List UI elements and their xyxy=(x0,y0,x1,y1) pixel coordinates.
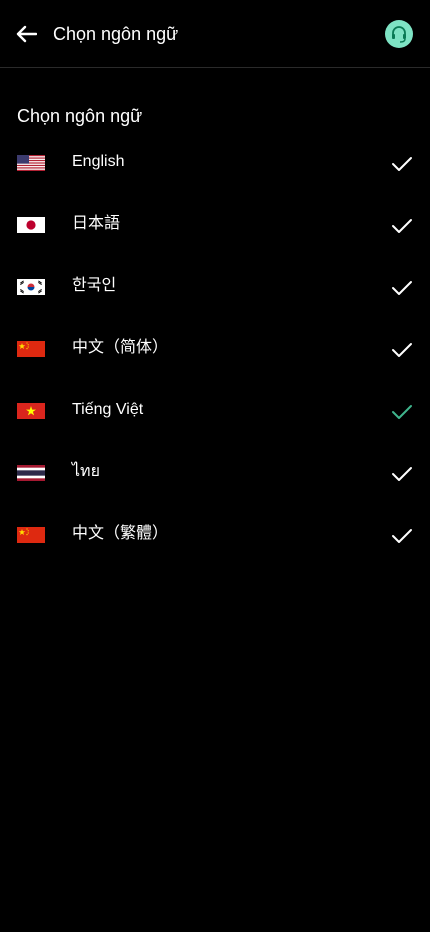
check-icon xyxy=(392,529,412,543)
korea-flag-icon xyxy=(17,279,45,295)
language-item-english[interactable]: English xyxy=(0,131,430,193)
check-icon-selected xyxy=(392,405,412,419)
headset-icon xyxy=(392,26,406,43)
language-label: Tiếng Việt xyxy=(72,401,144,418)
language-label: 日本語 xyxy=(72,215,121,232)
section-title: Chọn ngôn ngữ xyxy=(17,106,143,126)
check-icon xyxy=(392,157,412,171)
language-item-vietnamese[interactable]: Tiếng Việt xyxy=(0,379,430,441)
check-icon xyxy=(392,281,412,295)
language-item-chinese-traditional[interactable]: 中文（繁體） xyxy=(0,503,430,565)
language-item-thai[interactable]: ไทย xyxy=(0,441,430,503)
language-item-korean[interactable]: 한국인 xyxy=(0,255,430,317)
top-bar: Chọn ngôn ngữ xyxy=(0,0,430,68)
language-item-chinese-simplified[interactable]: 中文（简体） xyxy=(0,317,430,379)
language-label: 中文（繁體） xyxy=(72,525,169,542)
us-flag-icon xyxy=(17,155,45,171)
thailand-flag-icon xyxy=(17,465,45,481)
support-button[interactable] xyxy=(385,20,413,48)
china-flag-icon xyxy=(17,527,45,543)
language-label: English xyxy=(72,153,125,170)
check-icon xyxy=(392,219,412,233)
arrow-left-icon xyxy=(16,25,37,43)
vietnam-flag-icon xyxy=(17,403,45,419)
page-title: Chọn ngôn ngữ xyxy=(53,24,179,44)
language-label: 中文（简体） xyxy=(72,339,169,356)
china-flag-icon xyxy=(17,341,45,357)
language-label: 한국인 xyxy=(72,277,117,294)
check-icon xyxy=(392,467,412,481)
back-button[interactable] xyxy=(10,18,42,50)
language-item-japanese[interactable]: 日本語 xyxy=(0,193,430,255)
check-icon xyxy=(392,343,412,357)
language-label: ไทย xyxy=(72,463,100,480)
language-list: English 日本語 한국인 中文（简体） Tiếng Việt ไทย 中文… xyxy=(0,131,430,565)
japan-flag-icon xyxy=(17,217,45,233)
